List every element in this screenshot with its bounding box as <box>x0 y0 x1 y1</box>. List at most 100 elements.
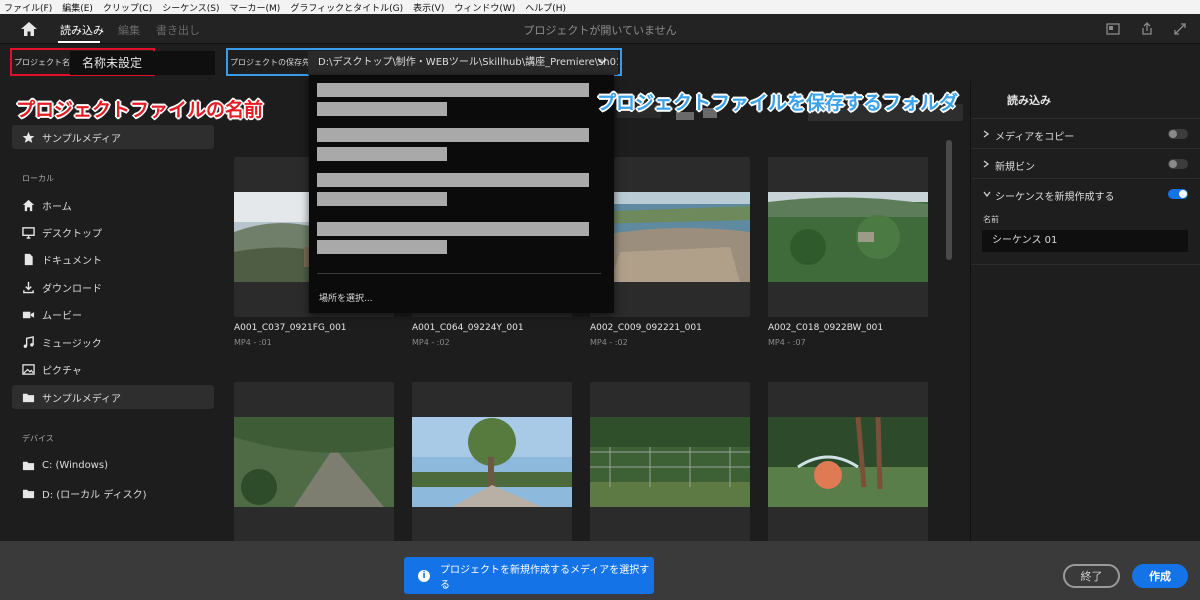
folder-icon <box>22 489 35 498</box>
media-card[interactable]: A002_C018_0922BW_001 MP4 - :07 <box>768 157 928 347</box>
chevron-right-icon[interactable] <box>983 130 989 138</box>
sidebar-item-sample-media[interactable]: サンプルメディア <box>12 385 214 409</box>
copy-media-toggle[interactable] <box>1168 129 1188 139</box>
media-card[interactable] <box>234 382 394 541</box>
tab-edit[interactable]: 編集 <box>118 22 140 38</box>
sidebar-item-label: C: (Windows) <box>42 459 108 471</box>
sidebar-item-label: ホーム <box>42 201 72 213</box>
recent-location-redacted[interactable] <box>317 240 447 254</box>
media-thumbnail[interactable] <box>590 157 750 317</box>
recent-location-redacted[interactable] <box>317 173 589 187</box>
monitor-icon <box>22 226 35 239</box>
clip-meta: MP4 - :02 <box>412 338 450 347</box>
fullscreen-icon[interactable] <box>1173 22 1187 36</box>
video-icon <box>22 311 35 318</box>
sidebar-item-label: サンプルメディア <box>42 133 121 145</box>
menu-edit[interactable]: 編集(E) <box>62 1 93 14</box>
sidebar-item-home[interactable]: ホーム <box>12 193 214 217</box>
os-menubar: ファイル(F) 編集(E) クリップ(C) シーケンス(S) マーカー(M) グ… <box>0 0 1200 14</box>
media-card[interactable] <box>590 382 750 541</box>
new-sequence-label: シーケンスを新規作成する <box>995 192 1115 203</box>
picture-icon <box>22 363 35 375</box>
tab-import[interactable]: 読み込み <box>60 22 104 38</box>
create-button[interactable]: 作成 <box>1132 564 1188 588</box>
star-icon <box>22 131 35 143</box>
recent-location-redacted[interactable] <box>317 222 589 236</box>
annotation-project-name: プロジェクトファイルの名前 <box>16 99 264 121</box>
sidebar-item-label: ミュージック <box>42 338 102 350</box>
media-card[interactable] <box>412 382 572 541</box>
exit-button[interactable]: 終了 <box>1063 564 1120 588</box>
new-sequence-row[interactable]: シーケンスを新規作成する <box>971 178 1200 208</box>
info-icon: i <box>418 569 430 582</box>
menu-view[interactable]: 表示(V) <box>413 1 444 14</box>
sidebar-item-sample-media-top[interactable]: サンプルメディア <box>12 125 214 149</box>
menu-clip[interactable]: クリップ(C) <box>103 1 152 14</box>
copy-media-row[interactable]: メディアをコピー <box>971 118 1200 148</box>
sequence-name-input[interactable]: シーケンス 01 <box>982 230 1188 252</box>
clip-meta: MP4 - :02 <box>590 338 628 347</box>
sidebar-item-downloads[interactable]: ダウンロード <box>12 275 214 299</box>
clip-name: A001_C064_09224Y_001 <box>412 323 524 333</box>
clip-thumbnail-image <box>412 417 572 507</box>
sidebar-item-documents[interactable]: ドキュメント <box>12 247 214 271</box>
workspace-icon[interactable] <box>1106 22 1120 36</box>
menu-sequence[interactable]: シーケンス(S) <box>162 1 219 14</box>
music-icon <box>23 335 34 348</box>
media-thumbnail[interactable] <box>768 157 928 317</box>
new-sequence-toggle[interactable] <box>1168 189 1188 199</box>
media-thumbnail[interactable] <box>590 382 750 541</box>
menu-help[interactable]: ヘルプ(H) <box>525 1 566 14</box>
sidebar-item-drive-c[interactable]: C: (Windows) <box>12 453 214 477</box>
clip-thumbnail-image <box>590 417 750 507</box>
media-card[interactable] <box>768 382 928 541</box>
clip-meta: MP4 - :01 <box>234 338 272 347</box>
sidebar-item-desktop[interactable]: デスクトップ <box>12 220 214 244</box>
clip-meta: MP4 - :07 <box>768 338 806 347</box>
location-dropdown-menu: 場所を選択... <box>309 75 614 313</box>
sequence-name-label: 名前 <box>983 215 999 224</box>
project-location-select[interactable]: D:\デスクトップ\制作・WEBツール\Skillhub\講座_Premiere… <box>308 51 618 75</box>
sidebar-item-movies[interactable]: ムービー <box>12 302 214 326</box>
recent-location-redacted[interactable] <box>317 102 447 116</box>
media-thumbnail[interactable] <box>234 382 394 541</box>
import-panel-title: 読み込み <box>1007 94 1051 107</box>
sidebar-item-pictures[interactable]: ピクチャ <box>12 357 214 381</box>
home-icon <box>22 199 35 211</box>
clip-name: A001_C037_0921FG_001 <box>234 323 347 333</box>
sidebar-item-label: サンプルメディア <box>42 393 121 405</box>
devices-section-heading: デバイス <box>22 434 54 443</box>
sidebar-item-label: ドキュメント <box>42 255 102 267</box>
recent-location-redacted[interactable] <box>317 83 589 97</box>
chevron-right-icon[interactable] <box>983 160 989 168</box>
chevron-down-icon[interactable] <box>983 191 991 197</box>
tab-export[interactable]: 書き出し <box>156 22 200 38</box>
new-bin-row[interactable]: 新規ビン <box>971 148 1200 178</box>
banner-text: プロジェクトを新規作成するメディアを選択する <box>440 564 650 591</box>
project-name-input[interactable]: 名称未設定 <box>70 51 215 75</box>
new-bin-toggle[interactable] <box>1168 159 1188 169</box>
folder-icon <box>22 393 35 402</box>
media-card[interactable]: A002_C009_092221_001 MP4 - :02 <box>590 157 750 347</box>
import-settings-panel: 読み込み メディアをコピー 新規ビン シーケンスを新規作成する 名前 シーケンス… <box>970 81 1200 541</box>
grid-scrollbar[interactable] <box>946 140 952 260</box>
media-thumbnail[interactable] <box>412 382 572 541</box>
menu-window[interactable]: ウィンドウ(W) <box>454 1 515 14</box>
sidebar-item-label: D: (ローカル ディスク) <box>42 489 147 501</box>
recent-location-redacted[interactable] <box>317 128 589 142</box>
media-thumbnail[interactable] <box>768 382 928 541</box>
menu-file[interactable]: ファイル(F) <box>4 1 52 14</box>
choose-location-option[interactable]: 場所を選択... <box>319 291 373 304</box>
menu-marker[interactable]: マーカー(M) <box>230 1 281 14</box>
folder-icon <box>22 461 35 470</box>
chevron-down-icon[interactable] <box>597 57 607 65</box>
sidebar-item-label: ムービー <box>42 310 82 322</box>
copy-media-label: メディアをコピー <box>995 132 1075 143</box>
recent-location-redacted[interactable] <box>317 147 447 161</box>
sidebar-item-drive-d[interactable]: D: (ローカル ディスク) <box>12 481 214 505</box>
home-icon[interactable] <box>20 21 38 37</box>
menu-graphics[interactable]: グラフィックとタイトル(G) <box>290 1 403 14</box>
share-icon[interactable] <box>1140 22 1154 36</box>
recent-location-redacted[interactable] <box>317 192 447 206</box>
sidebar-item-music[interactable]: ミュージック <box>12 330 214 354</box>
